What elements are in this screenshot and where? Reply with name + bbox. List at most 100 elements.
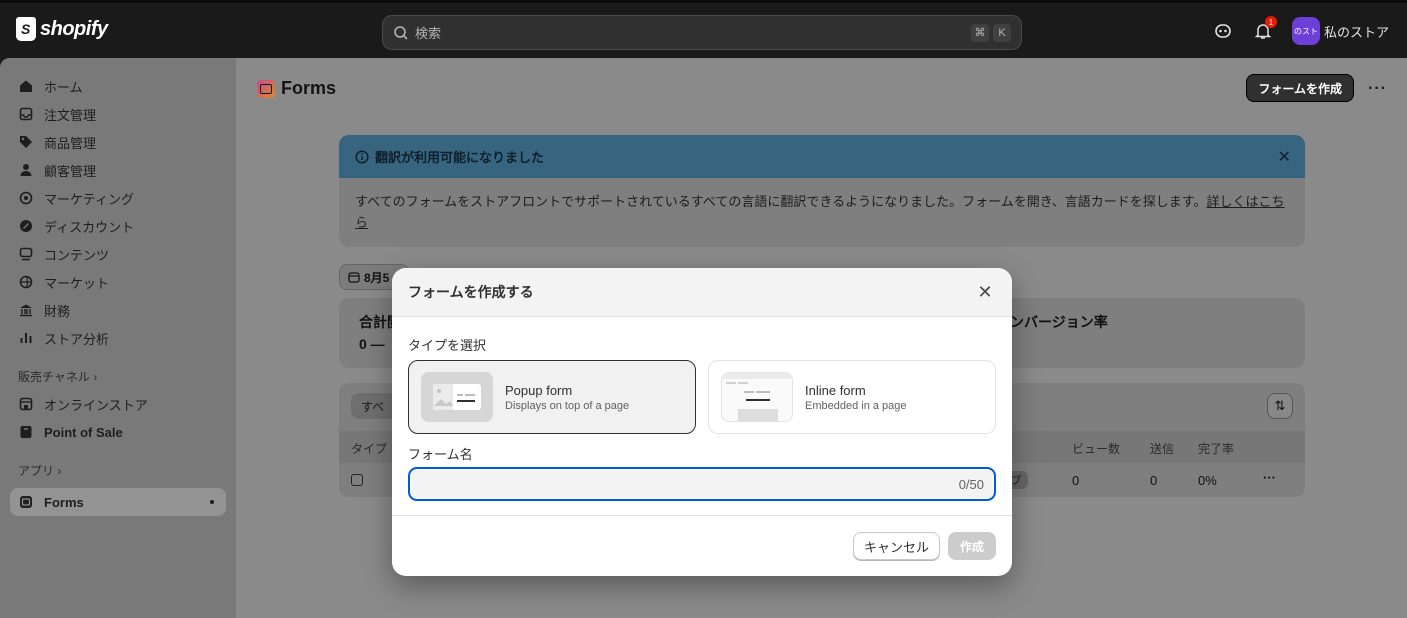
- page-title: Forms: [257, 78, 336, 99]
- shopify-logo[interactable]: shopify: [16, 17, 108, 41]
- cell-sends: 0: [1150, 473, 1158, 488]
- discount-icon: [18, 218, 34, 234]
- shortcut-k-key: K: [993, 23, 1011, 42]
- globe-icon: [18, 274, 34, 290]
- column-header-completion: 完了率: [1198, 442, 1235, 456]
- target-icon: [18, 190, 34, 206]
- row-more-actions-icon[interactable]: ···: [1263, 470, 1276, 485]
- form-name-input[interactable]: [418, 475, 938, 495]
- shortcut-cmd-key: ⌘: [971, 23, 989, 42]
- sidebar-item-orders[interactable]: 注文管理: [10, 100, 226, 128]
- sidebar-item-label: 注文管理: [44, 107, 97, 123]
- bank-icon: [18, 302, 34, 318]
- inline-form-subtitle: Embedded in a page: [805, 399, 907, 412]
- home-icon: [18, 78, 34, 94]
- cancel-button[interactable]: キャンセル: [852, 532, 940, 560]
- create-form-button[interactable]: フォームを作成: [1246, 74, 1354, 102]
- sort-icon[interactable]: ⇅: [1267, 393, 1293, 419]
- sidebar-item-label: Point of Sale: [44, 424, 123, 440]
- sidebar-item-customers[interactable]: 顧客管理: [10, 156, 226, 184]
- date-filter-label: 8月5: [364, 270, 390, 285]
- inline-form-option[interactable]: Inline form Embedded in a page: [708, 360, 996, 434]
- popup-form-title: Popup form: [505, 382, 573, 398]
- dialog-title: フォームを作成する: [408, 284, 534, 300]
- sidebar-item-label: Forms: [44, 494, 84, 510]
- inbox-icon: [18, 106, 34, 122]
- banner-title: 翻訳が利用可能になりました: [375, 150, 545, 165]
- popup-form-subtitle: Displays on top of a page: [505, 399, 630, 412]
- forms-app-icon: [257, 79, 275, 98]
- sidebar-item-label: ホーム: [44, 79, 83, 95]
- character-counter: 0/50: [958, 476, 984, 492]
- store-name: 私のストア: [1323, 24, 1389, 40]
- logo-text: shopify: [40, 17, 108, 40]
- sidebar-item-analytics[interactable]: ストア分析: [10, 324, 226, 352]
- stat-value-total: 0 —: [359, 336, 385, 352]
- popup-form-option[interactable]: Popup form Displays on top of a page: [408, 360, 696, 434]
- sidebar-item-content[interactable]: コンテンツ: [10, 240, 226, 268]
- sidebar-item-label: ストア分析: [44, 331, 110, 347]
- cell-completion: 0%: [1198, 473, 1217, 488]
- store-avatar: のスト: [1291, 17, 1320, 45]
- sidebar-item-products[interactable]: 商品管理: [10, 128, 226, 156]
- store-icon: [18, 396, 34, 412]
- column-header-type: タイプ: [351, 442, 388, 456]
- calendar-icon: [348, 272, 360, 283]
- sidebar-item-finance[interactable]: 財務: [10, 296, 226, 324]
- sidebar-item-label: 商品管理: [44, 135, 97, 151]
- column-header-views: ビュー数: [1072, 442, 1121, 456]
- sidebar-item-label: コンテンツ: [44, 247, 110, 263]
- sidebar-item-label: マーケティング: [44, 191, 134, 207]
- popup-form-thumbnail-icon: [421, 372, 493, 422]
- sidebar-item-online-store[interactable]: オンラインストア: [10, 390, 226, 418]
- pos-icon: [18, 424, 34, 440]
- sidebar-item-marketing[interactable]: マーケティング: [10, 184, 226, 212]
- form-type-options: Popup form Displays on top of a page Inl…: [408, 360, 996, 434]
- banner-close-icon[interactable]: ✕: [1278, 147, 1291, 167]
- inline-form-thumbnail-icon: [721, 372, 793, 422]
- tag-icon: [18, 134, 34, 150]
- create-button[interactable]: 作成: [947, 532, 996, 560]
- sidebar-item-markets[interactable]: マーケット: [10, 268, 226, 296]
- search-bar[interactable]: 検索 ⌘ K: [382, 15, 1022, 50]
- store-menu[interactable]: のスト 私のストア: [1291, 17, 1389, 45]
- notification-badge: 1: [1264, 16, 1277, 28]
- sidebar-item-forms[interactable]: Forms: [10, 488, 226, 516]
- sidebar-item-pos[interactable]: Point of Sale: [10, 418, 226, 446]
- cell-views: 0: [1072, 473, 1080, 488]
- form-name-field[interactable]: 0/50: [408, 467, 996, 501]
- popup-type-icon: [351, 474, 363, 486]
- form-name-label: フォーム名: [408, 447, 473, 462]
- dialog-header: フォームを作成する ✕: [392, 268, 1012, 317]
- banner-body: すべてのフォームをストアフロントでサポートされているすべての言語に翻訳できるよう…: [339, 178, 1305, 246]
- sidebar-item-label: ディスカウント: [44, 219, 135, 235]
- notification-bell-icon[interactable]: 1: [1252, 16, 1277, 42]
- search-placeholder: 検索: [415, 26, 442, 41]
- info-icon: [355, 149, 369, 164]
- banner-header: 翻訳が利用可能になりました ✕: [339, 135, 1305, 178]
- translation-banner: 翻訳が利用可能になりました ✕ すべてのフォームをストアフロントでサポートされて…: [339, 135, 1305, 247]
- page-title-text: Forms: [281, 78, 337, 98]
- banner-text: すべてのフォームをストアフロントでサポートされているすべての言語に翻訳できるよう…: [355, 194, 1207, 209]
- sidekick-icon[interactable]: [1212, 20, 1234, 42]
- sidebar-item-label: オンラインストア: [44, 397, 148, 413]
- forms-app-icon: [18, 494, 34, 510]
- type-select-label: タイプを選択: [408, 338, 487, 353]
- person-icon: [18, 162, 34, 178]
- sidebar-item-discounts[interactable]: ディスカウント: [10, 212, 226, 240]
- sidebar-item-label: 顧客管理: [44, 163, 97, 179]
- more-actions-icon[interactable]: ···: [1368, 80, 1387, 98]
- column-header-sends: 送信: [1150, 442, 1175, 456]
- chart-icon: [18, 330, 34, 346]
- sales-channels-heading[interactable]: 販売チャネル ›: [10, 362, 226, 390]
- active-dot: [210, 500, 214, 504]
- sidebar: ホーム 注文管理 商品管理 顧客管理 マーケティング ディスカウント コンテンツ: [0, 58, 236, 618]
- dialog-footer: キャンセル 作成: [392, 515, 1012, 576]
- inline-form-title: Inline form: [805, 382, 866, 398]
- sidebar-item-home[interactable]: ホーム: [10, 72, 226, 100]
- close-icon[interactable]: ✕: [976, 283, 994, 301]
- create-form-dialog: フォームを作成する ✕ タイプを選択 Popup form Displays o…: [392, 268, 1012, 576]
- apps-heading[interactable]: アプリ ›: [10, 456, 226, 484]
- content-icon: [18, 246, 34, 262]
- search-icon: [394, 25, 408, 40]
